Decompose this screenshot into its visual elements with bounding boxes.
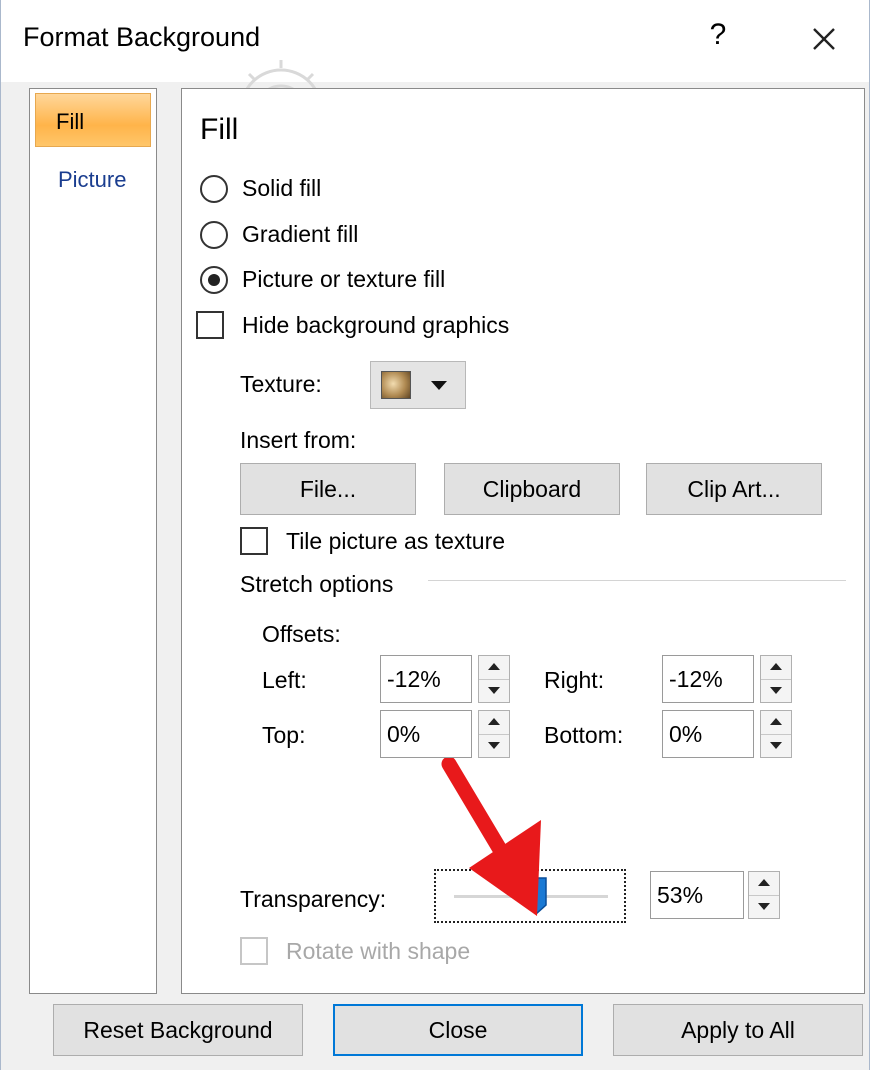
offset-bottom-spinner[interactable] xyxy=(760,710,792,758)
spin-down-button[interactable] xyxy=(761,679,791,702)
category-sidebar: Fill Picture xyxy=(29,88,157,994)
picture-texture-fill-label[interactable]: Picture or texture fill xyxy=(242,266,445,293)
arrow-up-icon xyxy=(488,663,500,670)
tile-picture-label[interactable]: Tile picture as texture xyxy=(286,528,505,555)
offset-right-input[interactable]: -12% xyxy=(662,655,754,703)
offset-left-spinner[interactable] xyxy=(478,655,510,703)
arrow-up-icon xyxy=(770,663,782,670)
dropdown-arrow-icon xyxy=(431,381,447,390)
clipboard-button[interactable]: Clipboard xyxy=(444,463,620,515)
offset-left-input[interactable]: -12% xyxy=(380,655,472,703)
arrow-down-icon xyxy=(758,903,770,910)
hide-background-graphics-checkbox[interactable] xyxy=(196,311,224,339)
sidebar-item-label: Picture xyxy=(58,167,127,192)
radio-selected-dot xyxy=(208,274,220,286)
sidebar-item-fill[interactable]: Fill xyxy=(35,93,151,147)
dialog-title: Format Background xyxy=(23,22,261,52)
spin-up-button[interactable] xyxy=(479,656,509,680)
offsets-label: Offsets: xyxy=(262,621,341,647)
gradient-fill-radio[interactable] xyxy=(200,221,228,249)
file-button[interactable]: File... xyxy=(240,463,416,515)
spin-down-button[interactable] xyxy=(749,895,779,918)
help-button[interactable]: ? xyxy=(703,18,733,52)
section-heading: Fill xyxy=(200,113,239,146)
tile-picture-checkbox[interactable] xyxy=(240,527,268,555)
arrow-down-icon xyxy=(770,742,782,749)
reset-background-button[interactable]: Reset Background xyxy=(53,1004,303,1056)
offset-top-label: Top: xyxy=(262,722,306,748)
sidebar-item-label: Fill xyxy=(56,109,85,134)
texture-dropdown[interactable] xyxy=(370,361,466,409)
arrow-up-icon xyxy=(758,879,770,886)
solid-fill-radio[interactable] xyxy=(200,175,228,203)
stretch-options-label: Stretch options xyxy=(240,571,394,597)
picture-texture-fill-radio[interactable] xyxy=(200,266,228,294)
format-background-dialog: Format Background ? uantrimang Fill Pict… xyxy=(0,0,870,1070)
transparency-input[interactable]: 53% xyxy=(650,871,744,919)
spin-up-button[interactable] xyxy=(761,656,791,680)
title-bar: Format Background ? xyxy=(1,0,869,82)
spin-up-button[interactable] xyxy=(479,711,509,735)
offset-bottom-label: Bottom: xyxy=(544,722,624,748)
offset-left-label: Left: xyxy=(262,667,307,693)
insert-from-label: Insert from: xyxy=(240,427,357,453)
arrow-down-icon xyxy=(770,687,782,694)
arrow-down-icon xyxy=(488,742,500,749)
spin-down-button[interactable] xyxy=(479,734,509,757)
fill-panel: Fill Solid fill Gradient fill Picture or… xyxy=(181,88,865,994)
rotate-with-shape-checkbox[interactable] xyxy=(240,937,268,965)
spin-up-button[interactable] xyxy=(749,872,779,896)
offset-right-label: Right: xyxy=(544,667,605,693)
group-separator xyxy=(428,580,846,581)
arrow-up-icon xyxy=(770,718,782,725)
texture-label: Texture: xyxy=(240,371,322,397)
offset-top-spinner[interactable] xyxy=(478,710,510,758)
transparency-spinner[interactable] xyxy=(748,871,780,919)
offset-top-input[interactable]: 0% xyxy=(380,710,472,758)
arrow-up-icon xyxy=(488,718,500,725)
apply-to-all-button[interactable]: Apply to All xyxy=(613,1004,863,1056)
close-button[interactable]: Close xyxy=(333,1004,583,1056)
hide-background-graphics-label[interactable]: Hide background graphics xyxy=(242,312,509,339)
transparency-slider[interactable] xyxy=(434,869,626,923)
sidebar-item-picture[interactable]: Picture xyxy=(58,167,126,193)
solid-fill-label[interactable]: Solid fill xyxy=(242,175,321,202)
close-icon[interactable] xyxy=(807,22,841,56)
offset-bottom-input[interactable]: 0% xyxy=(662,710,754,758)
arrow-down-icon xyxy=(488,687,500,694)
texture-swatch-icon xyxy=(381,371,411,399)
gradient-fill-label[interactable]: Gradient fill xyxy=(242,221,358,248)
clip-art-button[interactable]: Clip Art... xyxy=(646,463,822,515)
spin-up-button[interactable] xyxy=(761,711,791,735)
slider-thumb[interactable] xyxy=(524,877,547,915)
offset-right-spinner[interactable] xyxy=(760,655,792,703)
spin-down-button[interactable] xyxy=(479,679,509,702)
transparency-label: Transparency: xyxy=(240,886,387,912)
spin-down-button[interactable] xyxy=(761,734,791,757)
rotate-with-shape-label: Rotate with shape xyxy=(286,938,471,964)
